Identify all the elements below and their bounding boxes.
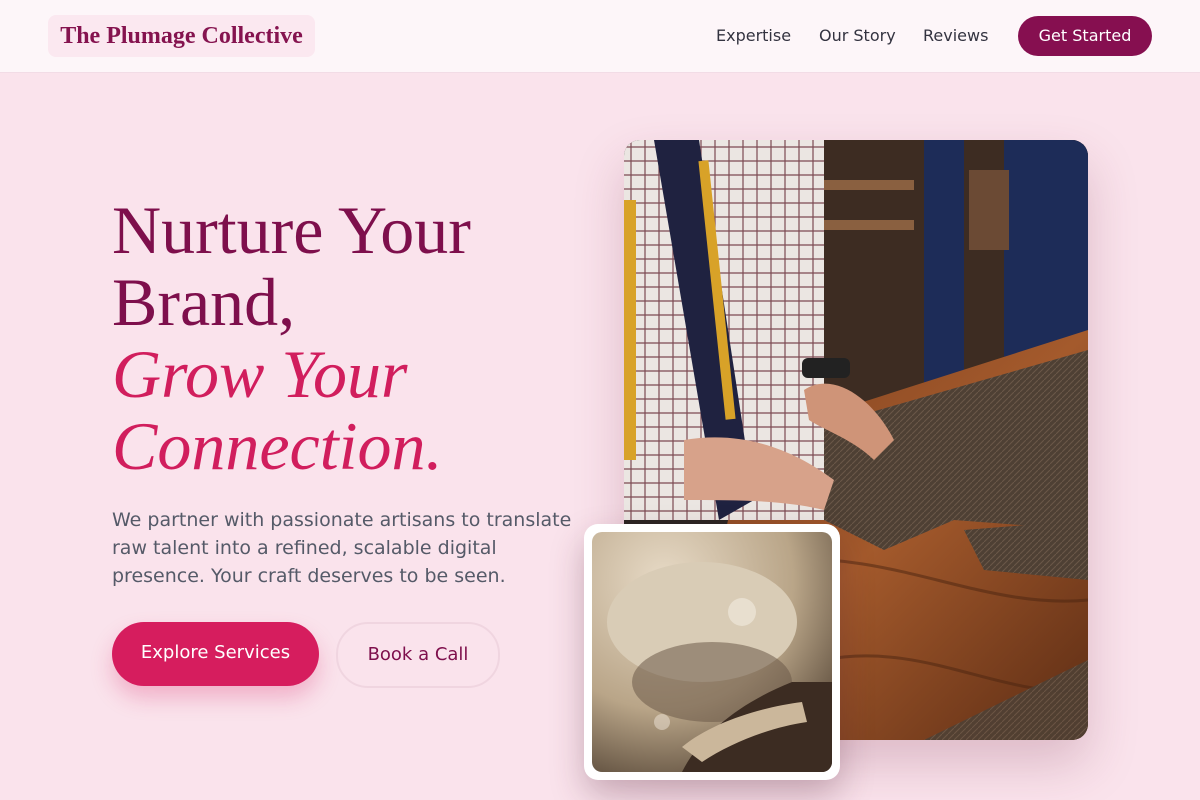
top-navbar: The Plumage Collective Expertise Our Sto… bbox=[0, 0, 1200, 73]
hero-title-line: Nurture Your bbox=[112, 192, 471, 268]
brand-logo[interactable]: The Plumage Collective bbox=[48, 15, 315, 57]
get-started-button[interactable]: Get Started bbox=[1018, 16, 1152, 56]
book-a-call-button[interactable]: Book a Call bbox=[336, 622, 500, 688]
explore-services-button[interactable]: Explore Services bbox=[112, 622, 319, 686]
hero-title: Nurture Your Brand, Grow Your Connection… bbox=[112, 194, 572, 482]
nav-link-reviews[interactable]: Reviews bbox=[923, 24, 988, 48]
nav-link-our-story[interactable]: Our Story bbox=[819, 24, 896, 48]
nav-link-expertise[interactable]: Expertise bbox=[716, 24, 791, 48]
hero-title-accent-line: Connection. bbox=[112, 408, 443, 484]
hero-title-line: Brand, bbox=[112, 264, 296, 340]
hero-description: We partner with passionate artisans to t… bbox=[112, 509, 572, 587]
floured-hands-photo bbox=[592, 532, 832, 772]
secondary-photo-frame bbox=[584, 524, 840, 780]
hero-title-accent-line: Grow Your bbox=[112, 336, 408, 412]
